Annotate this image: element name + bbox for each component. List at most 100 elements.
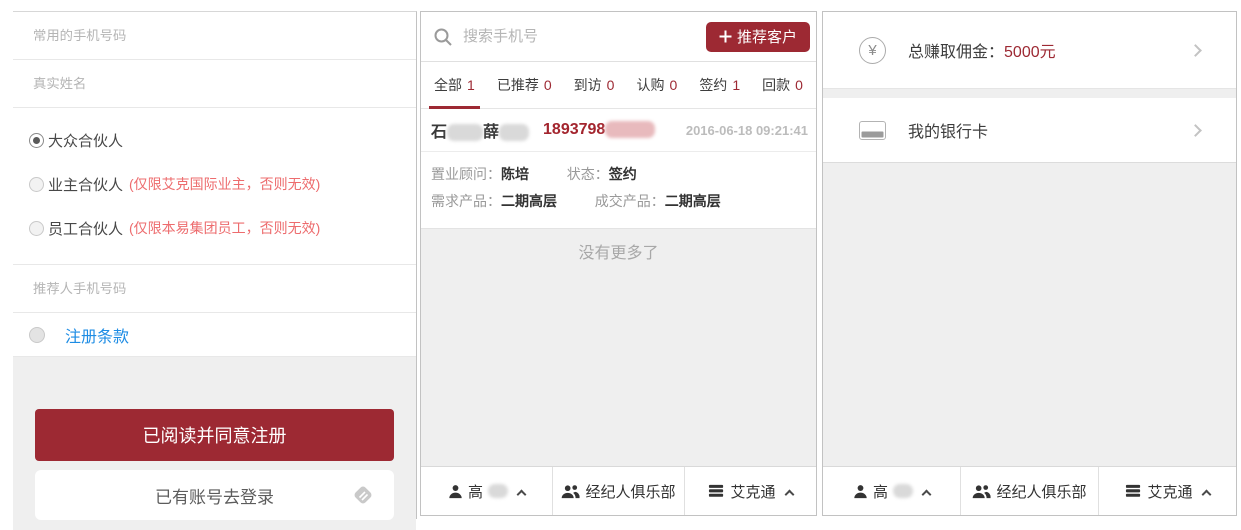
tab-count: 0 xyxy=(607,77,615,93)
screenshot-stage: 大众合伙人 业主合伙人 (仅限艾克国际业主，否则无效) 员工合伙人 (仅限本易集… xyxy=(0,0,1241,530)
nav-item-app[interactable]: 艾克通 xyxy=(1098,467,1236,515)
chevron-up-icon xyxy=(517,489,527,499)
radio-label: 大众合伙人 xyxy=(48,130,123,151)
chevron-right-icon xyxy=(1189,124,1202,137)
tab-repaid[interactable]: 回款 0 xyxy=(757,62,808,108)
terms-radio[interactable] xyxy=(29,327,45,343)
radio-option-owner-partner[interactable]: 业主合伙人 (仅限艾克国际业主，否则无效) xyxy=(29,162,400,206)
radio-option-employee-partner[interactable]: 员工合伙人 (仅限本易集团员工，否则无效) xyxy=(29,206,400,250)
radio-label: 员工合伙人 xyxy=(48,218,123,239)
tab-count: 1 xyxy=(467,77,475,93)
list-empty-area: 没有更多了 xyxy=(421,229,816,466)
phone-input[interactable] xyxy=(33,28,396,43)
tab-visited[interactable]: 到访 0 xyxy=(569,62,620,108)
account-empty-area xyxy=(823,163,1236,466)
radio-note: (仅限艾克国际业主，否则无效) xyxy=(129,174,320,194)
recommend-customer-button[interactable]: 推荐客户 xyxy=(706,22,810,52)
recommend-customer-label: 推荐客户 xyxy=(737,26,797,47)
customer-name: 石薛 xyxy=(431,118,529,142)
customer-timestamp: 2016-06-18 09:21:41 xyxy=(686,123,808,138)
tab-signed[interactable]: 签约 1 xyxy=(694,62,745,108)
register-actions-area: 已阅读并同意注册 已有账号去登录 xyxy=(13,357,416,530)
radio-label: 业主合伙人 xyxy=(48,174,123,195)
goto-login-button[interactable]: 已有账号去登录 xyxy=(35,470,394,520)
search-bar: 推荐客户 xyxy=(421,12,816,62)
customer-card-header: 石薛 1893798 2016-06-18 09:21:41 xyxy=(421,109,816,152)
person-icon xyxy=(853,484,868,499)
tab-count: 0 xyxy=(669,77,677,93)
tab-recommended[interactable]: 已推荐 0 xyxy=(492,62,557,108)
customers-panel: 推荐客户 全部 1 已推荐 0 到访 0 认购 0 签约 1 xyxy=(420,11,817,516)
tab-count: 1 xyxy=(732,77,740,93)
nav-item-club[interactable]: 经纪人俱乐部 xyxy=(552,467,684,515)
radio-option-public-partner[interactable]: 大众合伙人 xyxy=(29,118,400,162)
realname-input[interactable] xyxy=(33,76,396,91)
customer-card[interactable]: 石薛 1893798 2016-06-18 09:21:41 置业顾问：陈培 状… xyxy=(421,109,816,229)
advisor-label: 置业顾问： xyxy=(431,166,501,182)
phone-field-row xyxy=(13,12,416,60)
plus-icon xyxy=(719,30,732,43)
agree-register-button[interactable]: 已阅读并同意注册 xyxy=(35,409,394,461)
no-more-text: 没有更多了 xyxy=(421,229,816,263)
demand-value: 二期高层 xyxy=(501,193,557,209)
radio-note: (仅限本易集团员工，否则无效) xyxy=(129,218,320,238)
partner-type-group: 大众合伙人 业主合伙人 (仅限艾克国际业主，否则无效) 员工合伙人 (仅限本易集… xyxy=(13,108,416,265)
tab-subscribed[interactable]: 认购 0 xyxy=(631,62,682,108)
tab-label: 签约 xyxy=(699,75,727,95)
customer-card-details: 置业顾问：陈培 状态：签约 需求产品：二期高层 成交产品：二期高层 xyxy=(421,152,816,229)
commission-row[interactable]: ¥ 总赚取佣金：5000元 xyxy=(823,12,1236,89)
terms-link[interactable]: 注册条款 xyxy=(65,323,129,347)
tab-label: 认购 xyxy=(636,75,664,95)
nav-item-user[interactable]: 高 xyxy=(823,467,960,515)
referrer-field-row xyxy=(13,265,416,313)
bank-card-icon xyxy=(859,121,886,140)
nav-user-label: 高 xyxy=(873,481,888,502)
search-icon xyxy=(433,27,453,47)
nav-user-label: 高 xyxy=(468,481,483,502)
chevron-up-icon xyxy=(922,489,932,499)
diamond-icon xyxy=(350,482,376,513)
nav-app-label: 艾克通 xyxy=(730,481,775,502)
tab-all[interactable]: 全部 1 xyxy=(429,62,480,108)
goto-login-label: 已有账号去登录 xyxy=(155,483,274,508)
deal-label: 成交产品： xyxy=(595,193,665,209)
stacked-bars-icon xyxy=(708,484,725,498)
customer-detail-line2: 需求产品：二期高层 成交产品：二期高层 xyxy=(431,188,806,215)
advisor-value: 陈培 xyxy=(501,166,529,182)
stacked-bars-icon xyxy=(1125,484,1142,498)
chevron-up-icon xyxy=(784,489,794,499)
bank-card-row[interactable]: 我的银行卡 xyxy=(823,98,1236,163)
search-input[interactable] xyxy=(463,28,696,45)
chevron-right-icon xyxy=(1189,44,1202,57)
radio-selected-icon[interactable] xyxy=(29,133,44,148)
referrer-phone-input[interactable] xyxy=(33,281,396,296)
tab-label: 全部 xyxy=(434,75,462,95)
status-tabs: 全部 1 已推荐 0 到访 0 认购 0 签约 1 回款 0 xyxy=(421,62,816,109)
status-value: 签约 xyxy=(609,166,637,182)
people-icon xyxy=(561,484,580,499)
yen-circle-icon: ¥ xyxy=(859,37,886,64)
radio-unselected-icon[interactable] xyxy=(29,177,44,192)
nav-app-label: 艾克通 xyxy=(1147,481,1192,502)
status-label: 状态： xyxy=(567,166,609,182)
radio-unselected-icon[interactable] xyxy=(29,221,44,236)
terms-row: 注册条款 xyxy=(13,313,416,357)
tab-count: 0 xyxy=(795,77,803,93)
customer-phone: 1893798 xyxy=(543,121,655,139)
name-field-row xyxy=(13,60,416,108)
nav-item-app[interactable]: 艾克通 xyxy=(684,467,816,515)
tab-label: 已推荐 xyxy=(497,75,539,95)
commission-text: 总赚取佣金：5000元 xyxy=(908,38,1056,62)
nav-club-label: 经纪人俱乐部 xyxy=(585,481,675,502)
person-icon xyxy=(448,484,463,499)
people-icon xyxy=(972,484,991,499)
bottom-nav: 高 经纪人俱乐部 xyxy=(823,466,1236,515)
tab-label: 到访 xyxy=(574,75,602,95)
nav-item-user[interactable]: 高 xyxy=(421,467,552,515)
chevron-up-icon xyxy=(1201,489,1211,499)
account-panel: ¥ 总赚取佣金：5000元 我的银行卡 xyxy=(822,11,1237,516)
nav-item-club[interactable]: 经纪人俱乐部 xyxy=(960,467,1098,515)
nav-club-label: 经纪人俱乐部 xyxy=(996,481,1086,502)
bottom-nav: 高 经纪人俱乐部 xyxy=(421,466,816,515)
customer-detail-line1: 置业顾问：陈培 状态：签约 xyxy=(431,161,806,188)
